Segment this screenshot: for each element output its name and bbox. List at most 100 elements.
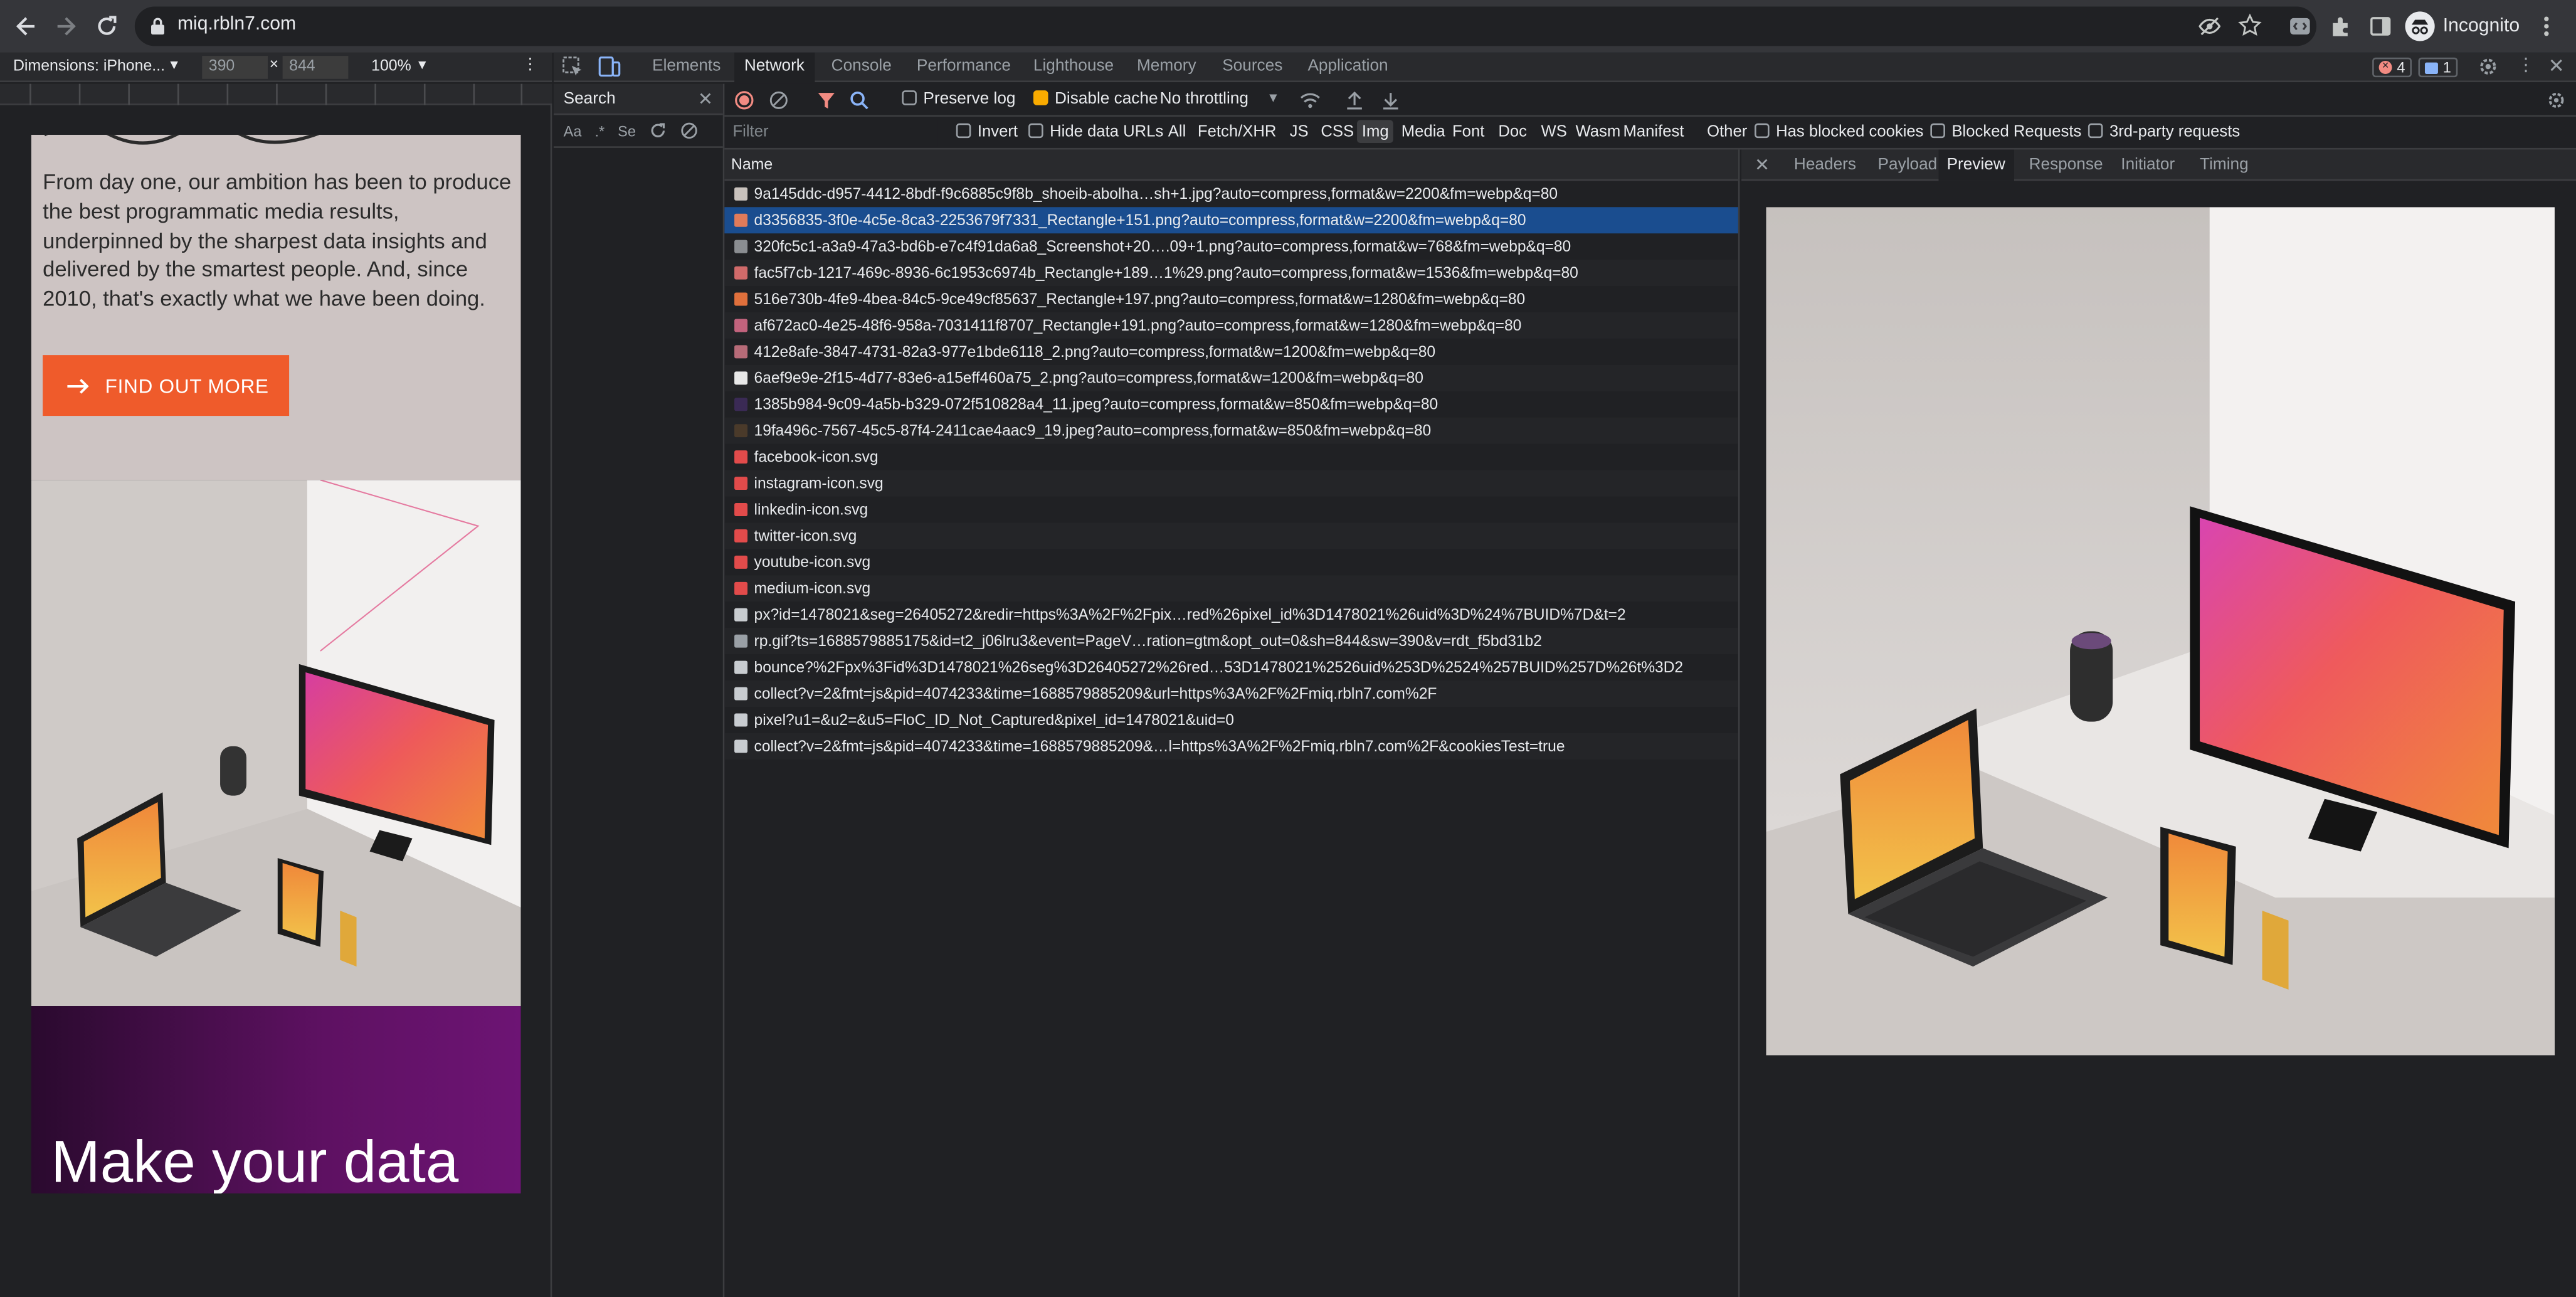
- request-row[interactable]: twitter-icon.svg: [724, 522, 1738, 549]
- type-filter-ws[interactable]: WS: [1541, 124, 1566, 142]
- preserve-log-checkbox[interactable]: Preserve log: [902, 90, 1015, 109]
- request-row[interactable]: af672ac0-4e25-48f6-958a-7031411f8707_Rec…: [724, 312, 1738, 339]
- tab-lighthouse[interactable]: Lighthouse: [1023, 53, 1124, 82]
- type-filter-img[interactable]: Img: [1357, 120, 1394, 144]
- match-case-toggle[interactable]: Aa: [564, 122, 582, 139]
- tab-elements[interactable]: Elements: [642, 53, 731, 82]
- request-row[interactable]: 9a145ddc-d957-4412-8bdf-f9c6885c9f8b_sho…: [724, 181, 1738, 207]
- inspect-element-icon[interactable]: [562, 56, 583, 77]
- network-conditions-icon[interactable]: [1299, 90, 1321, 110]
- has-blocked-cookies-checkbox[interactable]: Has blocked cookies: [1755, 123, 1924, 141]
- request-row[interactable]: collect?v=2&fmt=js&pid=4074233&time=1688…: [724, 733, 1738, 760]
- tab-console[interactable]: Console: [821, 53, 902, 82]
- request-row[interactable]: 320fc5c1-a3a9-47a3-bd6b-e7c4f91da6a8_Scr…: [724, 233, 1738, 260]
- type-filter-wasm[interactable]: Wasm: [1575, 124, 1620, 142]
- clear-icon[interactable]: [769, 90, 788, 110]
- request-row[interactable]: 516e730b-4fe9-4bea-84c5-9ce49cf85637_Rec…: [724, 286, 1738, 312]
- tab-preview[interactable]: Preview: [1938, 149, 2014, 181]
- request-row[interactable]: collect?v=2&fmt=js&pid=4074233&time=1688…: [724, 680, 1738, 707]
- device-more-icon[interactable]: ⋮: [522, 56, 538, 74]
- extensions-icon[interactable]: [2328, 13, 2354, 40]
- request-row[interactable]: rp.gif?ts=1688579885175&id=t2_j06lru3&ev…: [724, 628, 1738, 655]
- type-filter-font[interactable]: Font: [1452, 124, 1484, 142]
- type-filter-media[interactable]: Media: [1401, 124, 1445, 142]
- type-filter-js[interactable]: JS: [1290, 124, 1309, 142]
- tab-payload[interactable]: Payload: [1869, 150, 1945, 181]
- close-devtools-icon[interactable]: ✕: [2548, 54, 2564, 77]
- zoom-select[interactable]: 100%: [371, 58, 411, 76]
- request-row[interactable]: instagram-icon.svg: [724, 470, 1738, 497]
- close-detail-icon[interactable]: ✕: [1755, 154, 1770, 176]
- network-settings-icon[interactable]: [2547, 90, 2566, 110]
- forward-icon[interactable]: [50, 10, 82, 43]
- tab-application[interactable]: Application: [1298, 53, 1398, 82]
- refresh-search-icon[interactable]: [649, 122, 667, 140]
- request-row[interactable]: facebook-icon.svg: [724, 444, 1738, 470]
- type-filter-css[interactable]: CSS: [1321, 124, 1354, 142]
- request-row[interactable]: linkedin-icon.svg: [724, 497, 1738, 523]
- search-icon[interactable]: [849, 90, 868, 110]
- request-row[interactable]: bounce?%2Fpx%3Fid%3D1478021%26seg%3D2640…: [724, 654, 1738, 680]
- clear-search-icon[interactable]: [680, 122, 699, 140]
- search-option-se[interactable]: Se: [618, 122, 636, 139]
- reload-icon[interactable]: [90, 10, 123, 43]
- message-badge[interactable]: 1: [2418, 57, 2458, 78]
- address-bar[interactable]: miq.rbln7.com: [134, 6, 2317, 46]
- eye-off-icon[interactable]: [2198, 15, 2221, 38]
- request-row[interactable]: 6aef9e9e-2f15-4d77-83e6-a15eff460a75_2.p…: [724, 364, 1738, 391]
- request-row[interactable]: 1385b984-9c09-4a5b-b329-072f510828a4_11.…: [724, 391, 1738, 418]
- viewport-height-input[interactable]: 844: [282, 56, 349, 79]
- settings-gear-icon[interactable]: [2478, 56, 2499, 77]
- star-icon[interactable]: [2237, 13, 2262, 38]
- regex-toggle[interactable]: .*: [594, 122, 604, 139]
- more-menu-icon[interactable]: [2538, 13, 2555, 40]
- viewport-width-input[interactable]: 390: [202, 56, 268, 79]
- filter-input[interactable]: Filter: [724, 120, 938, 147]
- third-party-label: 3rd-party requests: [2109, 123, 2241, 142]
- tab-initiator[interactable]: Initiator: [2113, 150, 2183, 181]
- type-filter-doc[interactable]: Doc: [1498, 124, 1527, 142]
- disable-cache-checkbox[interactable]: Disable cache: [1033, 90, 1158, 109]
- request-row[interactable]: d3356835-3f0e-4c5e-8ca3-2253679f7331_Rec…: [724, 207, 1738, 234]
- svg-icon: [734, 450, 748, 464]
- tab-memory[interactable]: Memory: [1127, 53, 1206, 82]
- device-toggle-icon[interactable]: [598, 56, 621, 77]
- type-filter-manifest[interactable]: Manifest: [1623, 124, 1684, 142]
- request-row[interactable]: pixel?u1=&u2=&u5=FloC_ID_Not_Captured&pi…: [724, 707, 1738, 733]
- tab-response[interactable]: Response: [2020, 150, 2111, 181]
- tab-timing[interactable]: Timing: [2192, 150, 2257, 181]
- tab-sources[interactable]: Sources: [1212, 53, 1292, 82]
- throttling-select[interactable]: No throttling: [1160, 90, 1248, 109]
- type-filter-other[interactable]: Other: [1707, 124, 1747, 142]
- filter-icon[interactable]: [816, 90, 836, 110]
- error-badge[interactable]: × 4: [2372, 57, 2412, 78]
- tab-headers[interactable]: Headers: [1786, 150, 1864, 181]
- devices-illustration: [31, 480, 521, 1007]
- devtools-extension-icon[interactable]: [2287, 13, 2313, 40]
- request-row[interactable]: 19fa496c-7567-45c5-87f4-2411cae4aac9_19.…: [724, 417, 1738, 444]
- type-filter-all[interactable]: All: [1168, 124, 1186, 142]
- incognito-profile[interactable]: Incognito: [2405, 10, 2520, 43]
- tab-performance[interactable]: Performance: [907, 53, 1020, 82]
- back-icon[interactable]: [10, 10, 43, 43]
- request-row[interactable]: youtube-icon.svg: [724, 549, 1738, 575]
- tab-network[interactable]: Network: [734, 52, 815, 84]
- import-har-icon[interactable]: [1346, 90, 1364, 110]
- invert-checkbox[interactable]: Invert: [956, 123, 1018, 141]
- side-panel-icon[interactable]: [2367, 13, 2394, 40]
- request-row[interactable]: medium-icon.svg: [724, 575, 1738, 602]
- export-har-icon[interactable]: [1381, 90, 1400, 110]
- request-row[interactable]: fac5f7cb-1217-469c-8936-6c1953c6974b_Rec…: [724, 260, 1738, 287]
- device-select[interactable]: Dimensions: iPhone...: [13, 58, 165, 76]
- devtools-more-icon[interactable]: ⋮: [2517, 54, 2535, 75]
- third-party-checkbox[interactable]: 3rd-party requests: [2088, 123, 2241, 142]
- find-out-more-button[interactable]: FIND OUT MORE: [43, 355, 290, 416]
- blocked-requests-checkbox[interactable]: Blocked Requests: [1930, 123, 2081, 141]
- name-column-header[interactable]: Name: [724, 149, 1738, 181]
- request-row[interactable]: px?id=1478021&seg=26405272&redir=https%3…: [724, 601, 1738, 628]
- type-filter-fetch-xhr[interactable]: Fetch/XHR: [1198, 124, 1277, 142]
- request-row[interactable]: 412e8afe-3847-4731-82a3-977e1bde6118_2.p…: [724, 339, 1738, 365]
- close-search-icon[interactable]: ✕: [698, 88, 713, 109]
- record-icon[interactable]: [734, 90, 754, 110]
- hide-data-urls-checkbox[interactable]: Hide data URLs: [1028, 123, 1163, 141]
